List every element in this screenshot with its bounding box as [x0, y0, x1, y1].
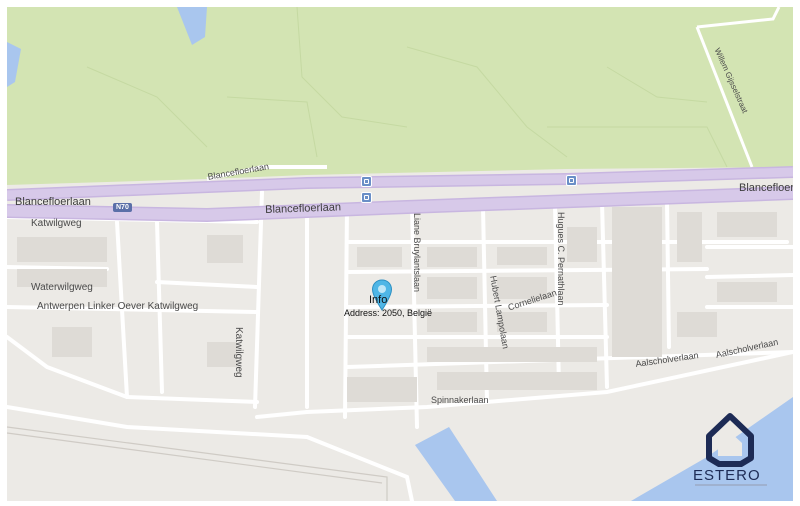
marker-address: Address: 2050, België: [344, 308, 433, 318]
road-label-antwerpen-linker-oever: Antwerpen Linker Oever Katwilgweg: [37, 301, 199, 312]
marker-title: Info: [369, 294, 388, 306]
brand-tagline-line: [695, 484, 767, 486]
road-label-spinnakerlaan: Spinnakerlaan: [431, 395, 489, 405]
road-label-liane-bruylantslaan: Liane Bruylantslaan: [412, 213, 422, 293]
park-area: [7, 7, 793, 185]
road-label-hugues-pernathlaan: Hugues C. Pernathlaan: [556, 212, 566, 306]
road-label-waterwilgweg: Waterwilgweg: [31, 282, 93, 293]
road-label-blancefloerlaan-left: Blancefloerlaan: [15, 196, 91, 208]
road-label-blancefloerlaan-right: Blancefloerlaan: [739, 182, 793, 194]
highway-sign-icon: [566, 175, 577, 186]
map-frame: Blancefloerlaan Blancefloerlaan Blancefl…: [0, 0, 800, 506]
brand-name: ESTERO: [693, 467, 761, 484]
route-shield-n70: N70: [113, 203, 132, 212]
road-label-katwilgweg: Katwilgweg: [31, 218, 82, 229]
road-label-katwilgweg-vertical: Katwilgweg: [233, 327, 244, 378]
map-view[interactable]: Blancefloerlaan Blancefloerlaan Blancefl…: [7, 7, 793, 501]
highway-sign-icon: [361, 176, 372, 187]
map-base-layer: [7, 7, 793, 501]
highway-sign-icon: [361, 192, 372, 203]
